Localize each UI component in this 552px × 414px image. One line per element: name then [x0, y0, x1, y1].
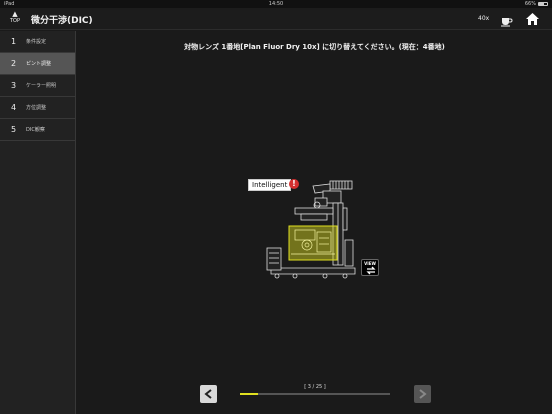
step-label: 方位調整: [26, 105, 47, 111]
step-label: ケーラー照明: [26, 83, 57, 89]
coffee-cup-icon[interactable]: [500, 12, 513, 27]
intelligent-badge: Intelligent: [248, 179, 292, 191]
previous-button[interactable]: [200, 385, 217, 403]
status-bar: iPad 14:50 66%: [0, 0, 552, 8]
step-label: ピント調整: [26, 61, 52, 67]
step-number: 3: [11, 81, 17, 90]
clock: 14:50: [268, 1, 284, 7]
step-item-5[interactable]: 5 DIC観察: [0, 119, 75, 141]
step-item-2[interactable]: 2 ピント調整: [0, 53, 75, 75]
step-label: 条件設定: [26, 39, 47, 45]
warning-icon: !: [289, 179, 299, 189]
rotate-view-icon: [366, 266, 376, 275]
view-toggle-button[interactable]: VIEW: [361, 259, 379, 276]
step-item-3[interactable]: 3 ケーラー照明: [0, 75, 75, 97]
battery-status: 66%: [525, 1, 548, 7]
chevron-left-icon: [204, 389, 212, 399]
battery-icon: [538, 2, 548, 6]
progress-fill: [240, 393, 258, 395]
step-number: 4: [11, 103, 17, 112]
magnification-indicator: 40x: [478, 15, 490, 22]
page-indicator: [ 3 / 25 ]: [304, 384, 326, 390]
header-bar: ▲ TOP 微分干渉(DIC) 40x: [0, 8, 552, 30]
next-button[interactable]: [414, 385, 431, 403]
chevron-right-icon: [419, 389, 427, 399]
top-button[interactable]: ▲ TOP: [6, 11, 24, 28]
instruction-text: 対物レンズ 1番地[Plan Fluor Dry 10x] に切り替えてください…: [184, 43, 445, 51]
microscope-illustration: [266, 180, 356, 279]
battery-percent: 66%: [524, 1, 536, 7]
step-number: 5: [11, 125, 17, 134]
step-item-4[interactable]: 4 方位調整: [0, 97, 75, 119]
step-number: 1: [11, 37, 17, 46]
top-label: TOP: [9, 18, 20, 24]
page-title: 微分干渉(DIC): [31, 16, 93, 26]
home-icon[interactable]: [525, 11, 540, 25]
main-panel: 対物レンズ 1番地[Plan Fluor Dry 10x] に切り替えてください…: [77, 31, 552, 414]
step-label: DIC観察: [26, 127, 45, 133]
progress-bar: [240, 393, 390, 395]
step-item-1[interactable]: 1 条件設定: [0, 31, 75, 53]
step-sidebar: 1 条件設定 2 ピント調整 3 ケーラー照明 4 方位調整 5 DIC観察: [0, 31, 76, 414]
up-arrow-icon: ▲: [12, 10, 18, 18]
step-number: 2: [11, 59, 17, 68]
